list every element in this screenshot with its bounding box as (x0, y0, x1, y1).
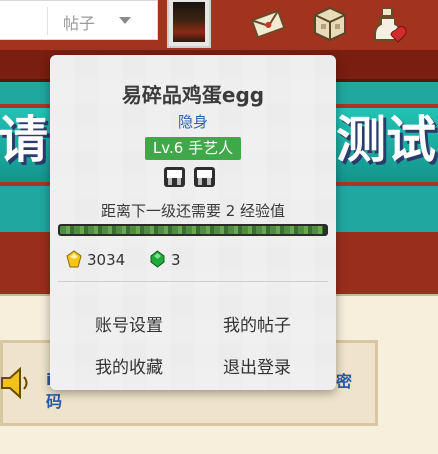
my-posts-link[interactable]: 我的帖子 (192, 311, 322, 336)
avatar (173, 2, 205, 42)
gold-icon (66, 250, 82, 268)
level-badge: Lv.6 手艺人 (145, 137, 241, 160)
notice-link-fragment-right[interactable]: 密 (336, 368, 352, 392)
medal-icon[interactable] (163, 166, 186, 188)
medal-icon[interactable] (193, 166, 216, 188)
account-settings-link[interactable]: 账号设置 (64, 311, 194, 336)
speaker-icon (1, 366, 28, 400)
user-dropdown-menu: 易碎品鸡蛋egg 隐身 Lv.6 手艺人 距离下一级还需要 2 经验值 3034… (50, 55, 336, 390)
message-icon[interactable] (248, 4, 288, 44)
logout-link[interactable]: 退出登录 (192, 353, 322, 378)
my-favorites-link[interactable]: 我的收藏 (64, 353, 194, 378)
online-status-toggle[interactable]: 隐身 (50, 111, 336, 132)
search-scope-select[interactable]: 帖子 (63, 10, 95, 34)
menu-divider (58, 281, 328, 282)
notice-link-fragment-bottom[interactable]: 码 (46, 388, 62, 412)
exp-progress-fill (60, 226, 324, 234)
medal-list (163, 166, 223, 188)
gem-count: 3 (171, 251, 181, 269)
banner-text-left: 请 (0, 111, 48, 169)
inventory-icon[interactable] (310, 4, 350, 44)
search-divider (47, 7, 48, 35)
chevron-down-icon[interactable] (119, 17, 131, 24)
gem-icon (150, 250, 165, 268)
username: 易碎品鸡蛋egg (121, 83, 265, 107)
gold-count: 3034 (87, 251, 126, 269)
exp-to-next-level: 距离下一级还需要 2 经验值 (100, 202, 286, 220)
potion-icon[interactable] (374, 4, 414, 44)
search-bar[interactable]: 帖子 (0, 0, 158, 40)
banner-text-right: 测试 (336, 111, 436, 169)
exp-progress-bar (58, 224, 328, 236)
avatar-button[interactable] (167, 0, 211, 48)
